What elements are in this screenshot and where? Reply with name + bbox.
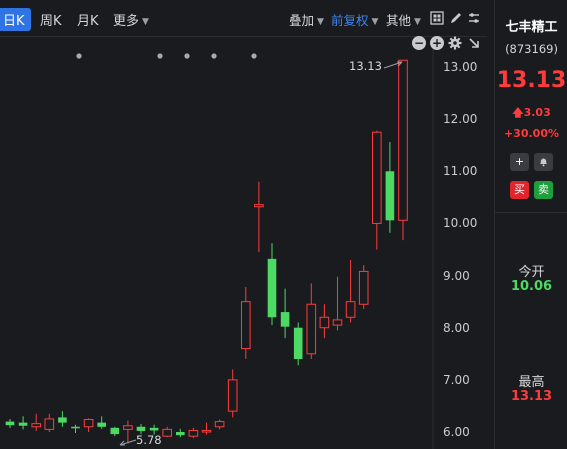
y-axis-tick-label: 13.00	[443, 60, 478, 74]
candle-body	[306, 303, 317, 355]
open-label: 今开	[518, 265, 545, 280]
plus-icon: +	[514, 155, 525, 168]
y-axis-tick-label: 8.00	[443, 320, 470, 335]
candle-body	[162, 428, 172, 437]
candle-body	[18, 422, 28, 426]
candle[interactable]	[372, 130, 382, 250]
buy-button[interactable]: 买	[510, 181, 529, 199]
zoom-out-icon[interactable]: −	[412, 36, 426, 50]
candle-body	[123, 425, 133, 430]
candle[interactable]	[385, 142, 395, 233]
candle-body	[227, 379, 238, 412]
candle[interactable]	[254, 181, 264, 253]
up-arrow-icon: 🡅	[512, 106, 524, 119]
candle[interactable]	[293, 322, 303, 366]
candle[interactable]	[319, 304, 330, 339]
candle-body	[44, 418, 55, 430]
price-alert-button[interactable]	[534, 153, 553, 171]
candle-body	[5, 421, 15, 426]
candle[interactable]	[71, 424, 80, 434]
add-watchlist-button[interactable]: +	[510, 153, 529, 171]
candle-body	[31, 423, 41, 428]
candle[interactable]	[44, 413, 55, 432]
event-marker-dot[interactable]	[157, 53, 163, 59]
high-price-annotation: 13.13	[349, 59, 382, 73]
candle-body	[345, 301, 356, 318]
candle[interactable]	[188, 427, 199, 439]
panel-divider	[495, 212, 567, 213]
candle[interactable]	[241, 287, 251, 359]
candle[interactable]	[5, 418, 15, 428]
candle[interactable]	[332, 276, 343, 331]
y-axis-tick-label: 7.00	[443, 372, 470, 387]
candle-body	[188, 429, 199, 437]
candle-body	[332, 319, 343, 326]
last-price: 13.13	[496, 68, 567, 93]
high-value: 13.13	[510, 389, 553, 404]
candle[interactable]	[31, 413, 41, 431]
candle-body	[280, 312, 290, 327]
y-axis-tick-label: 11.00	[443, 164, 478, 179]
stock-name: 七丰精工	[505, 20, 558, 35]
candle[interactable]	[97, 416, 106, 429]
candle-body	[372, 131, 382, 224]
candle[interactable]	[267, 243, 277, 326]
candle[interactable]	[345, 259, 356, 323]
candle-body	[97, 422, 106, 427]
event-marker-dot[interactable]	[211, 53, 217, 59]
y-axis-tick-label: 12.00	[443, 112, 478, 127]
candle-body	[83, 418, 94, 428]
high-label: 最高	[518, 375, 545, 390]
candle[interactable]	[201, 422, 212, 435]
stock-code: (873169)	[505, 42, 558, 56]
candle-body	[71, 426, 80, 429]
collapse-arrow-icon[interactable]	[467, 36, 481, 50]
high-annotation-arrow	[383, 61, 403, 69]
candle-body	[358, 270, 369, 305]
y-axis-tick-label: 6.00	[443, 425, 470, 439]
candle-body	[385, 171, 395, 221]
price-change-percent: +30.00%	[503, 127, 560, 140]
bell-icon	[540, 158, 547, 167]
event-marker-dot[interactable]	[76, 53, 82, 59]
candlestick-chart[interactable]	[0, 0, 494, 449]
candle-body	[254, 204, 264, 208]
candle[interactable]	[214, 419, 225, 430]
candle[interactable]	[398, 59, 408, 241]
candle-body	[136, 426, 146, 431]
candle[interactable]	[358, 265, 369, 309]
candle-body	[267, 258, 277, 318]
candle-body	[398, 59, 408, 221]
candle[interactable]	[176, 428, 185, 438]
low-price-annotation: 5.78	[136, 433, 162, 447]
candle-body	[58, 417, 67, 423]
candle[interactable]	[227, 369, 238, 418]
candle[interactable]	[162, 426, 172, 438]
candle[interactable]	[83, 418, 94, 432]
chart-settings-gear-icon[interactable]	[448, 36, 462, 50]
candle[interactable]	[306, 283, 317, 359]
candle[interactable]	[280, 288, 290, 339]
open-value: 10.06	[510, 279, 553, 294]
candle[interactable]	[58, 411, 67, 427]
zoom-in-icon[interactable]: +	[430, 36, 444, 50]
candle-body	[201, 429, 212, 433]
event-marker-dot[interactable]	[251, 53, 257, 59]
y-axis-tick-label: 9.00	[443, 268, 470, 283]
candle[interactable]	[18, 416, 28, 430]
price-change: 🡅3.03	[495, 104, 567, 123]
y-axis-tick-label: 10.00	[443, 216, 478, 231]
candle-body	[293, 327, 303, 359]
event-marker-dot[interactable]	[184, 53, 190, 59]
low-annotation-arrow	[119, 439, 137, 446]
sell-button[interactable]: 卖	[534, 181, 553, 199]
candle-body	[149, 427, 159, 431]
price-change-value: 3.03	[523, 106, 551, 119]
candle-body	[214, 421, 225, 428]
candle-body	[319, 316, 330, 329]
candle-body	[176, 432, 185, 436]
stock-info-panel: 七丰精工 (873169) 13.13 🡅3.03 +30.00% + 买 卖 …	[494, 0, 567, 449]
candle-body	[241, 301, 251, 350]
